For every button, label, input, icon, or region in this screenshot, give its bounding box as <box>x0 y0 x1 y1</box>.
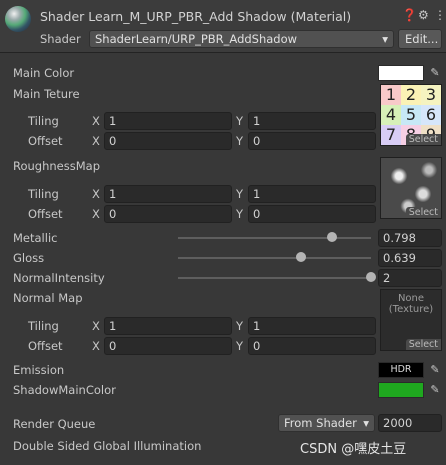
normal-offset-y-field[interactable]: 0 <box>248 337 376 355</box>
main-offset-y-field[interactable]: 0 <box>248 132 376 150</box>
normal-texture-slot[interactable]: None (Texture) Select <box>380 289 442 351</box>
shadow-main-color-swatch[interactable] <box>378 382 424 398</box>
eyedropper-icon[interactable]: ✎ <box>427 65 443 81</box>
normal-tiling-y-field[interactable]: 1 <box>248 317 376 335</box>
eyedropper-icon[interactable]: ✎ <box>427 362 443 378</box>
edit-shader-button[interactable]: Edit... <box>398 29 442 49</box>
main-tiling-y-field[interactable]: 1 <box>248 112 376 130</box>
material-preview-icon <box>5 6 31 32</box>
emission-label: Emission <box>13 363 65 377</box>
y-label: Y <box>236 339 244 353</box>
main-offset-x-field[interactable]: 0 <box>104 132 232 150</box>
select-button[interactable]: Select <box>405 134 441 145</box>
tiling-label: Tiling <box>28 319 59 333</box>
hdr-badge: HDR <box>390 364 412 375</box>
main-color-label: Main Color <box>13 66 75 80</box>
main-tiling-x-field[interactable]: 1 <box>104 112 232 130</box>
normal-tiling-x-field[interactable]: 1 <box>104 317 232 335</box>
select-button[interactable]: Select <box>405 207 441 218</box>
help-icon[interactable]: ❓ <box>402 8 417 22</box>
tiling-label: Tiling <box>28 114 59 128</box>
gloss-slider-track[interactable] <box>178 257 371 259</box>
x-label: X <box>92 114 100 128</box>
y-label: Y <box>236 319 244 333</box>
x-label: X <box>92 134 100 148</box>
render-queue-field[interactable]: 2000 <box>378 414 442 432</box>
normal-intensity-slider-track[interactable] <box>178 277 371 279</box>
eyedropper-icon[interactable]: ✎ <box>427 382 443 398</box>
rough-offset-x-field[interactable]: 0 <box>104 205 232 223</box>
y-label: Y <box>236 134 244 148</box>
dropdown-caret-icon: ▾ <box>363 416 369 430</box>
texture-number-cell: 2 <box>401 85 421 105</box>
double-sided-gi-label: Double Sided Global Illumination <box>13 439 202 453</box>
x-label: X <box>92 339 100 353</box>
normal-intensity-label: NormalIntensity <box>13 271 105 285</box>
roughness-map-label: RoughnessMap <box>13 159 101 173</box>
settings-icon[interactable]: ⚙ <box>418 8 429 22</box>
y-label: Y <box>236 187 244 201</box>
main-texture-label: Main Teture <box>13 87 80 101</box>
texture-number-cell: 5 <box>401 105 421 125</box>
tiling-label: Tiling <box>28 187 59 201</box>
render-queue-dropdown[interactable]: From Shader ▾ <box>278 414 375 432</box>
shader-dropdown[interactable]: ShaderLearn/URP_PBR_AddShadow ▾ <box>89 30 394 48</box>
x-label: X <box>92 319 100 333</box>
emission-color-swatch[interactable]: HDR <box>378 362 424 378</box>
texture-number-cell: 4 <box>381 105 401 125</box>
none-text: None <box>397 293 425 304</box>
offset-label: Offset <box>28 207 63 221</box>
y-label: Y <box>236 114 244 128</box>
shader-dropdown-value: ShaderLearn/URP_PBR_AddShadow <box>95 32 298 46</box>
gloss-field[interactable]: 0.639 <box>378 249 442 267</box>
gloss-slider-thumb[interactable] <box>296 252 307 262</box>
normal-intensity-field[interactable]: 2 <box>378 269 442 287</box>
rough-tiling-x-field[interactable]: 1 <box>104 185 232 203</box>
menu-icon[interactable]: ⋮ <box>434 8 446 22</box>
main-color-swatch[interactable] <box>378 65 424 81</box>
render-queue-mode: From Shader <box>284 416 357 430</box>
roughness-texture-thumbnail[interactable]: Select <box>380 157 442 219</box>
metallic-slider-thumb[interactable] <box>327 232 337 242</box>
material-title: Shader Learn_M_URP_PBR_Add Shadow (Mater… <box>40 9 352 24</box>
y-label: Y <box>236 207 244 221</box>
offset-label: Offset <box>28 339 63 353</box>
x-label: X <box>92 187 100 201</box>
texture-number-cell: 1 <box>381 85 401 105</box>
metallic-slider-track[interactable] <box>178 237 371 239</box>
texture-number-cell: 6 <box>421 105 441 125</box>
offset-label: Offset <box>28 134 63 148</box>
watermark: CSDN @嘿皮土豆 <box>300 442 407 457</box>
texture-number-cell: 7 <box>381 125 401 145</box>
metallic-field[interactable]: 0.798 <box>378 229 442 247</box>
render-queue-label: Render Queue <box>13 417 96 431</box>
metallic-label: Metallic <box>13 231 58 245</box>
normal-offset-x-field[interactable]: 0 <box>104 337 232 355</box>
texture-text: (Texture) <box>388 304 434 315</box>
normal-map-label: Normal Map <box>13 291 83 305</box>
shadow-main-color-label: ShadowMainColor <box>13 383 116 397</box>
shader-label: Shader <box>40 32 81 46</box>
normal-intensity-slider-thumb[interactable] <box>366 272 376 282</box>
select-button[interactable]: Select <box>405 339 441 350</box>
texture-number-cell: 3 <box>421 85 441 105</box>
gloss-label: Gloss <box>13 251 45 265</box>
rough-tiling-y-field[interactable]: 1 <box>248 185 376 203</box>
dropdown-caret-icon: ▾ <box>382 32 388 46</box>
x-label: X <box>92 207 100 221</box>
main-texture-thumbnail[interactable]: 123456789 Select <box>380 84 442 146</box>
rough-offset-y-field[interactable]: 0 <box>248 205 376 223</box>
